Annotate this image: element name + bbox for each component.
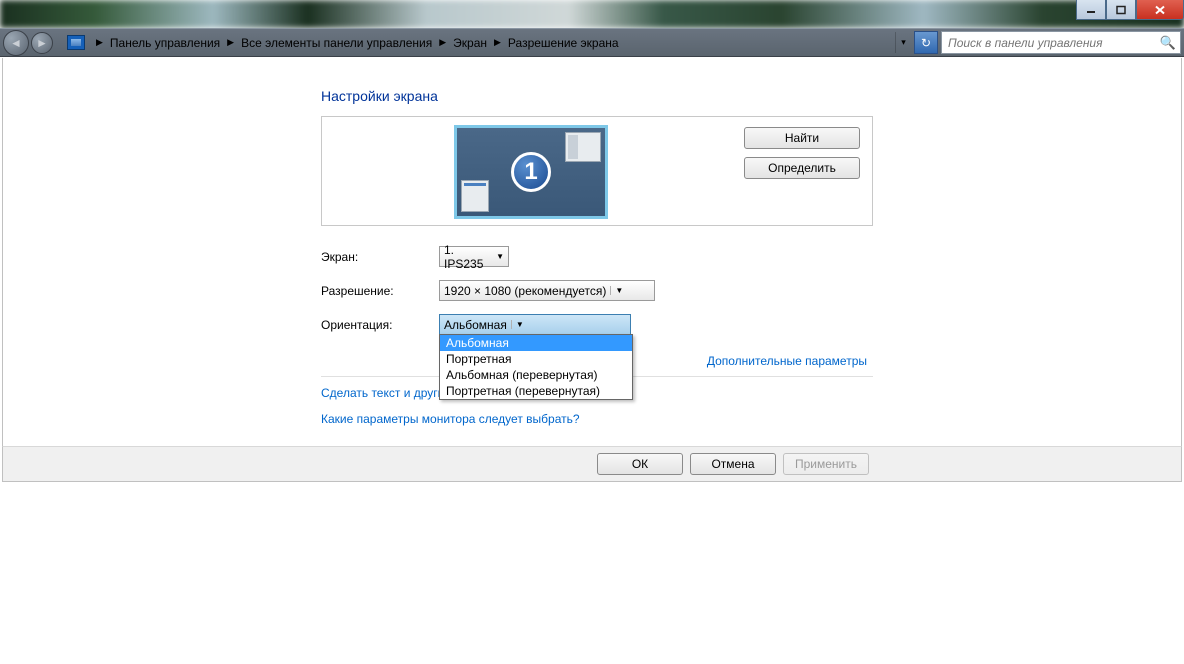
apply-button[interactable]: Применить — [783, 453, 869, 475]
resolution-combobox[interactable]: 1920 × 1080 (рекомендуется) ▼ — [439, 280, 655, 301]
orientation-dropdown-list: Альбомная Портретная Альбомная (переверн… — [439, 334, 633, 400]
orientation-label: Ориентация: — [321, 318, 439, 332]
chevron-down-icon: ▼ — [610, 286, 623, 295]
text-size-link[interactable]: Сделать текст и другие — [321, 386, 451, 400]
monitor-thumbnail[interactable]: 1 — [454, 125, 608, 219]
ok-button[interactable]: ОК — [597, 453, 683, 475]
breadcrumb-item[interactable]: Панель управления — [108, 36, 222, 50]
close-button[interactable] — [1136, 0, 1184, 20]
back-button[interactable]: ◄ — [3, 30, 29, 56]
refresh-button[interactable]: ↻ — [914, 31, 938, 54]
address-dropdown[interactable]: ▾ — [895, 32, 911, 53]
monitor-number-badge: 1 — [511, 152, 551, 192]
window-controls — [1076, 0, 1184, 20]
chevron-right-icon: ▶ — [434, 37, 451, 48]
forward-button[interactable]: ► — [31, 32, 53, 54]
window-icon — [461, 180, 489, 212]
detect-button[interactable]: Определить — [744, 157, 860, 179]
search-icon[interactable]: 🔍 — [1160, 35, 1176, 51]
screen-value: 1. IPS235 — [444, 243, 490, 271]
orientation-row: Ориентация: Альбомная ▼ — [321, 314, 631, 335]
minimize-button[interactable] — [1076, 0, 1106, 20]
orientation-value: Альбомная — [444, 318, 507, 332]
resolution-label: Разрешение: — [321, 284, 439, 298]
screen-combobox[interactable]: 1. IPS235 ▼ — [439, 246, 509, 267]
chevron-right-icon: ▶ — [489, 37, 506, 48]
dropdown-option[interactable]: Портретная (перевернутая) — [440, 383, 632, 399]
dialog-button-bar: ОК Отмена Применить — [2, 446, 1182, 482]
control-panel-icon — [67, 35, 85, 50]
breadcrumb-item[interactable]: Экран — [451, 36, 489, 50]
orientation-combobox[interactable]: Альбомная ▼ — [439, 314, 631, 335]
maximize-button[interactable] — [1106, 0, 1136, 20]
screen-label: Экран: — [321, 250, 439, 264]
dropdown-option[interactable]: Альбомная — [440, 335, 632, 351]
breadcrumb-item[interactable]: Все элементы панели управления — [239, 36, 434, 50]
which-params-link[interactable]: Какие параметры монитора следует выбрать… — [321, 412, 580, 426]
search-input[interactable]: 🔍 — [941, 31, 1181, 54]
chevron-down-icon: ▼ — [511, 320, 524, 329]
chevron-down-icon: ▼ — [490, 252, 504, 261]
advanced-settings-link[interactable]: Дополнительные параметры — [707, 354, 867, 368]
resolution-row: Разрешение: 1920 × 1080 (рекомендуется) … — [321, 280, 655, 301]
chevron-right-icon: ▶ — [222, 37, 239, 48]
breadcrumb[interactable]: ▶ Панель управления ▶ Все элементы панел… — [85, 31, 911, 54]
monitor-preview-box: 1 Найти Определить — [321, 116, 873, 226]
window-icon — [565, 132, 601, 162]
page-title: Настройки экрана — [321, 88, 438, 104]
chevron-right-icon: ▶ — [91, 37, 108, 48]
breadcrumb-item[interactable]: Разрешение экрана — [506, 36, 621, 50]
find-button[interactable]: Найти — [744, 127, 860, 149]
content-panel: Настройки экрана 1 Найти Определить Экра… — [2, 58, 1182, 446]
search-field[interactable] — [946, 35, 1160, 51]
desktop-background — [0, 0, 1184, 28]
cancel-button[interactable]: Отмена — [690, 453, 776, 475]
dropdown-option[interactable]: Портретная — [440, 351, 632, 367]
dropdown-option[interactable]: Альбомная (перевернутая) — [440, 367, 632, 383]
screen-row: Экран: 1. IPS235 ▼ — [321, 246, 509, 267]
resolution-value: 1920 × 1080 (рекомендуется) — [444, 284, 606, 298]
navigation-bar: ◄ ► ▶ Панель управления ▶ Все элементы п… — [0, 28, 1184, 57]
